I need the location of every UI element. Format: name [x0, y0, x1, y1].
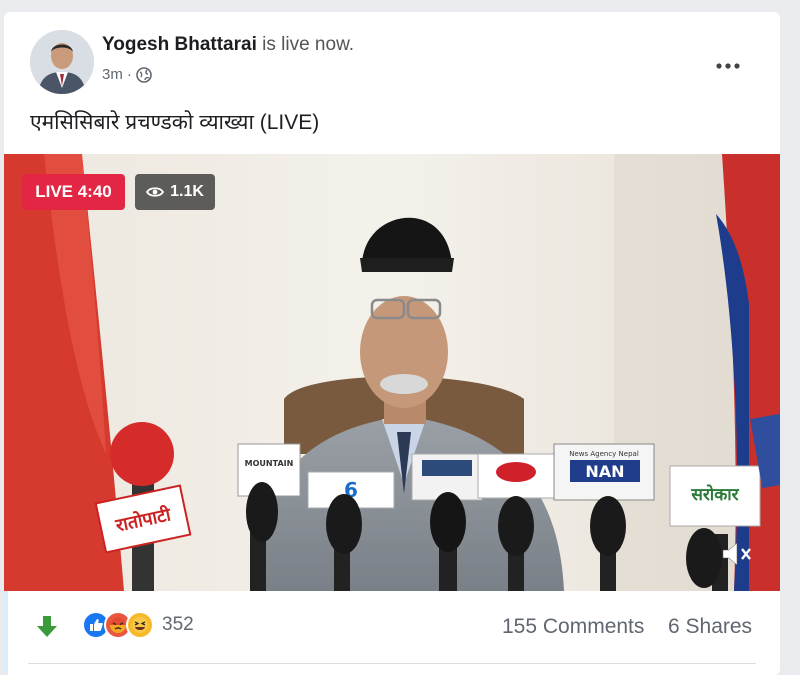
author-avatar[interactable]: [30, 30, 94, 94]
ellipsis-icon: [716, 63, 740, 69]
svg-text:सरोकार: सरोकार: [690, 484, 739, 505]
haha-reaction-icon: [126, 611, 154, 639]
post-text: एमसिसिबारे प्रचण्डको व्याख्या (LIVE): [30, 111, 320, 134]
author-name[interactable]: Yogesh Bhattarai: [102, 34, 257, 55]
svg-text:NAN: NAN: [585, 462, 624, 481]
more-options-button[interactable]: [712, 56, 744, 76]
live-post-card: Yogesh Bhattarai is live now. 3m · एमसिस…: [4, 12, 780, 675]
meta-separator: ·: [126, 66, 132, 83]
post-meta: 3m ·: [102, 66, 152, 83]
download-arrow-button[interactable]: [34, 613, 60, 639]
shares-count-link[interactable]: 6 Shares: [668, 615, 752, 639]
post-time[interactable]: 3m: [102, 66, 123, 83]
comments-count-link[interactable]: 155 Comments: [502, 615, 644, 639]
live-status-text: is live now.: [262, 34, 355, 55]
live-timer-badge: LIVE 4:40: [22, 174, 125, 210]
viewer-count: 1.1K: [170, 183, 204, 200]
unmute-button[interactable]: [717, 539, 757, 569]
footer-divider: [28, 663, 756, 664]
svg-text:News Agency Nepal: News Agency Nepal: [569, 450, 639, 458]
video-frame: रातोपाटी MOUNTAIN 6 News Agency Nepal NA…: [4, 154, 780, 591]
live-video-player[interactable]: रातोपाटी MOUNTAIN 6 News Agency Nepal NA…: [4, 154, 780, 591]
svg-text:MOUNTAIN: MOUNTAIN: [245, 459, 294, 468]
arrow-down-icon: [37, 616, 57, 637]
reaction-summary[interactable]: 352: [82, 611, 194, 639]
viewer-count-badge: 1.1K: [135, 174, 215, 210]
post-header-line: Yogesh Bhattarai is live now.: [102, 34, 354, 56]
reaction-count[interactable]: 352: [162, 614, 194, 636]
speaker-muted-icon: [722, 542, 751, 566]
avatar-image: [30, 30, 94, 94]
eye-icon: [146, 187, 165, 197]
globe-icon[interactable]: [136, 66, 152, 83]
